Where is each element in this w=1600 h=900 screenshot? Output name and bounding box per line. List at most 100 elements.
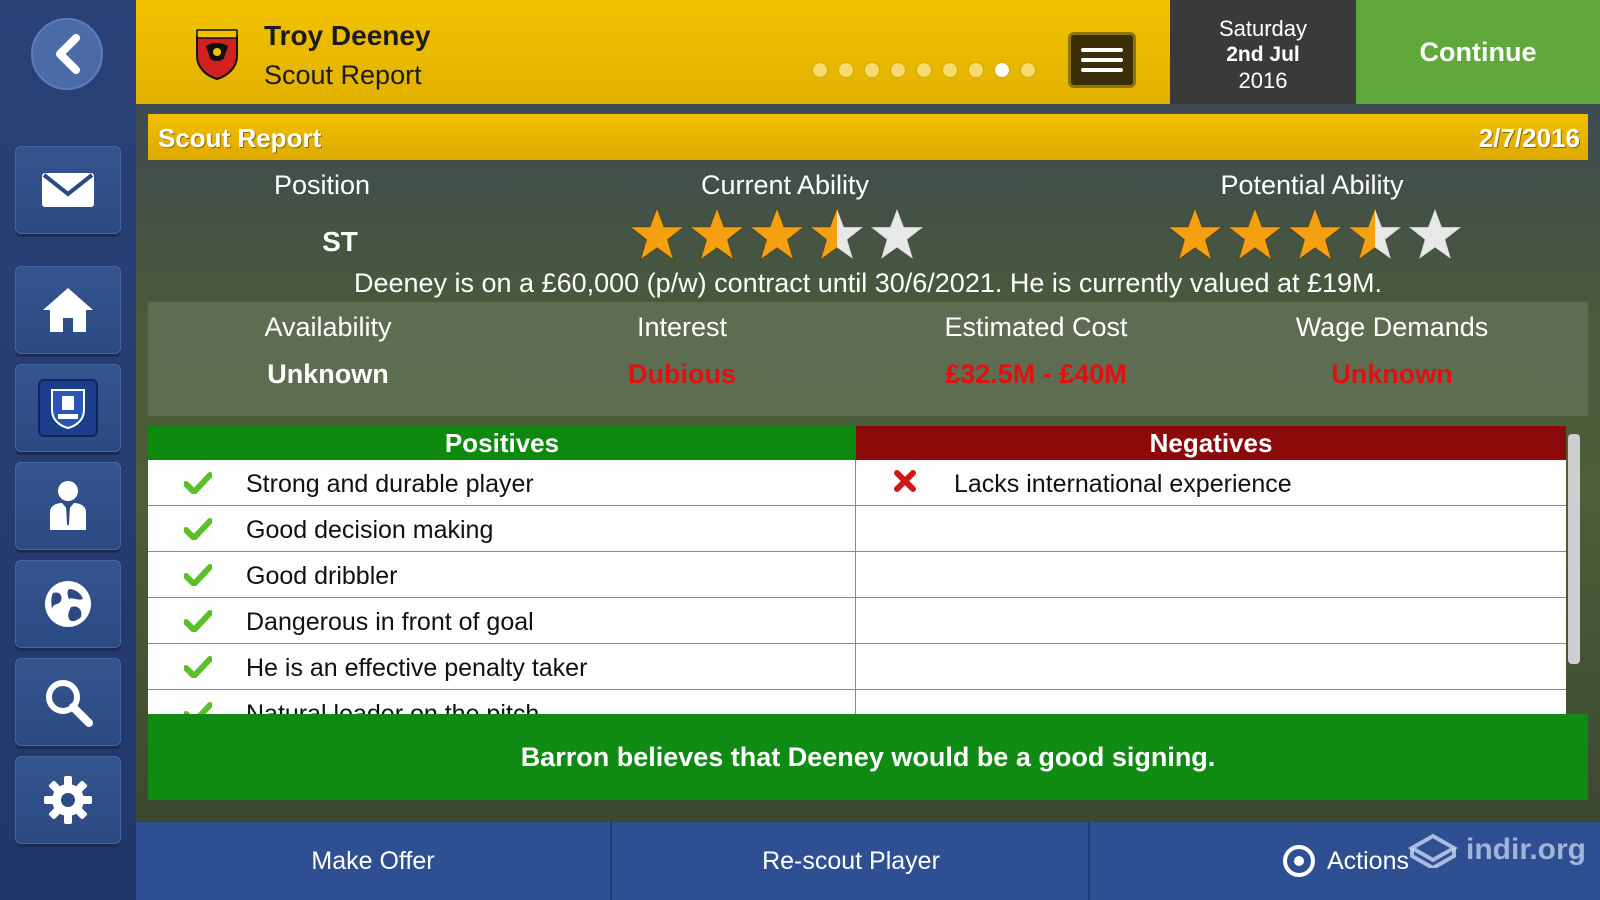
globe-icon [45, 581, 91, 627]
date-year: 2016 [1238, 68, 1288, 93]
home-icon [43, 288, 93, 332]
actions-label: Actions [1327, 846, 1409, 875]
interest-column: Interest Dubious [502, 312, 862, 390]
sidebar-item-world[interactable] [15, 560, 121, 648]
page-dot[interactable] [890, 62, 906, 78]
watermark-text: indir.org [1466, 833, 1586, 866]
sidebar-item-settings[interactable] [15, 756, 121, 844]
current-ability-star-icon [628, 206, 686, 269]
report-title-bar: Scout Report 2/7/2016 [148, 114, 1588, 160]
check-icon [184, 610, 212, 632]
current-ability-star-icon [868, 206, 926, 269]
page-dot[interactable] [812, 62, 828, 78]
negative-cell [856, 506, 1566, 552]
check-icon [184, 518, 212, 540]
negative-text: Lacks international experience [954, 470, 1292, 498]
watford-badge-icon [196, 29, 238, 80]
page-dot[interactable] [864, 62, 880, 78]
table-row: Good decision making [148, 506, 1566, 552]
availability-value: Unknown [267, 359, 389, 389]
table-row: Dangerous in front of goal [148, 598, 1566, 644]
positive-cell: Natural leader on the pitch [148, 690, 856, 716]
table-row: Natural leader on the pitch [148, 690, 1566, 716]
table-row: He is an effective penalty taker [148, 644, 1566, 690]
positive-cell: Dangerous in front of goal [148, 598, 856, 644]
watermark: indir.org [1408, 832, 1586, 868]
estimated-cost-column: Estimated Cost £32.5M - £40M [856, 312, 1216, 390]
page-dot[interactable] [942, 62, 958, 78]
manager-icon [50, 481, 86, 530]
date-weekday: Saturday [1218, 16, 1308, 41]
current-ability-star-icon [748, 206, 806, 269]
make-offer-button[interactable]: Make Offer [136, 822, 612, 900]
page-dot[interactable] [838, 62, 854, 78]
page-subtitle: Scout Report [264, 60, 422, 90]
positive-text: Strong and durable player [246, 470, 534, 498]
transfer-info: Availability Unknown Interest Dubious Es… [148, 302, 1588, 416]
page-indicator[interactable] [812, 62, 1036, 78]
check-icon [184, 472, 212, 494]
positive-cell: He is an effective penalty taker [148, 644, 856, 690]
sidebar-item-home[interactable] [15, 266, 121, 354]
club-crest-icon [38, 379, 98, 437]
date-day-month: 2nd Jul [1226, 43, 1300, 66]
cross-icon [894, 470, 916, 492]
sidebar-item-search[interactable] [15, 658, 121, 746]
sidebar [0, 0, 136, 900]
negative-cell: Lacks international experience [856, 460, 1566, 506]
page-dot[interactable] [994, 62, 1010, 78]
player-name: Troy Deeney [264, 20, 431, 51]
hamburger-line [1081, 68, 1123, 72]
check-icon [184, 564, 212, 586]
positives-header: Positives [148, 426, 856, 460]
estimated-cost-value: £32.5M - £40M [945, 359, 1127, 389]
positive-cell: Good decision making [148, 506, 856, 552]
negatives-header: Negatives [856, 426, 1566, 460]
sidebar-item-inbox[interactable] [15, 146, 121, 234]
hamburger-line [1081, 48, 1123, 52]
contract-summary: Deeney is on a £60,000 (p/w) contract un… [353, 268, 1383, 298]
potential-ability-star-icon [1226, 206, 1284, 269]
continue-button[interactable]: Continue [1356, 0, 1600, 104]
potential-ability-star-icon [1346, 206, 1404, 269]
scout-verdict: Barron believes that Deeney would be a g… [148, 714, 1588, 800]
report-date: 2/7/2016 [1478, 123, 1580, 153]
interest-label: Interest [636, 312, 728, 342]
page-dot[interactable] [1020, 62, 1036, 78]
positives-negatives-table[interactable]: Positives Negatives Strong and durable p… [148, 426, 1566, 716]
positive-text: Good dribbler [246, 562, 398, 590]
interest-value: Dubious [628, 359, 736, 389]
game-date: Saturday 2nd Jul 2016 [1170, 0, 1356, 104]
scout-report-panel: Scout Report 2/7/2016 Position ST Curren… [136, 104, 1600, 822]
negative-cell [856, 690, 1566, 716]
back-button[interactable] [31, 18, 103, 90]
menu-button[interactable] [1068, 32, 1136, 88]
availability-label: Availability [264, 312, 392, 342]
page-dot[interactable] [916, 62, 932, 78]
table-scrollbar[interactable] [1568, 434, 1580, 664]
positive-cell: Good dribbler [148, 552, 856, 598]
hamburger-line [1081, 58, 1123, 62]
potential-ability-stars [1166, 206, 1464, 269]
current-ability-stars [628, 206, 926, 269]
bottom-action-bar: Make Offer Re-scout Player Actions indir… [136, 822, 1600, 900]
sidebar-item-club[interactable] [15, 364, 121, 452]
search-icon [46, 680, 93, 727]
page-dot[interactable] [968, 62, 984, 78]
availability-column: Availability Unknown [148, 312, 508, 390]
potential-ability-star-icon [1286, 206, 1344, 269]
estimated-cost-label: Estimated Cost [944, 312, 1128, 342]
potential-ability-star-icon [1166, 206, 1224, 269]
current-ability-star-icon [688, 206, 746, 269]
sidebar-item-staff[interactable] [15, 462, 121, 550]
wage-demands-column: Wage Demands Unknown [1212, 312, 1572, 390]
mail-icon [42, 173, 94, 207]
rescout-player-button[interactable]: Re-scout Player [614, 822, 1090, 900]
negative-cell [856, 598, 1566, 644]
position-value: ST [322, 226, 358, 257]
gear-icon [44, 776, 92, 824]
actions-icon [1283, 845, 1315, 877]
watermark-logo-icon [1408, 833, 1458, 868]
wage-demands-label: Wage Demands [1295, 312, 1489, 342]
header: Troy Deeney Scout Report [136, 0, 1170, 104]
